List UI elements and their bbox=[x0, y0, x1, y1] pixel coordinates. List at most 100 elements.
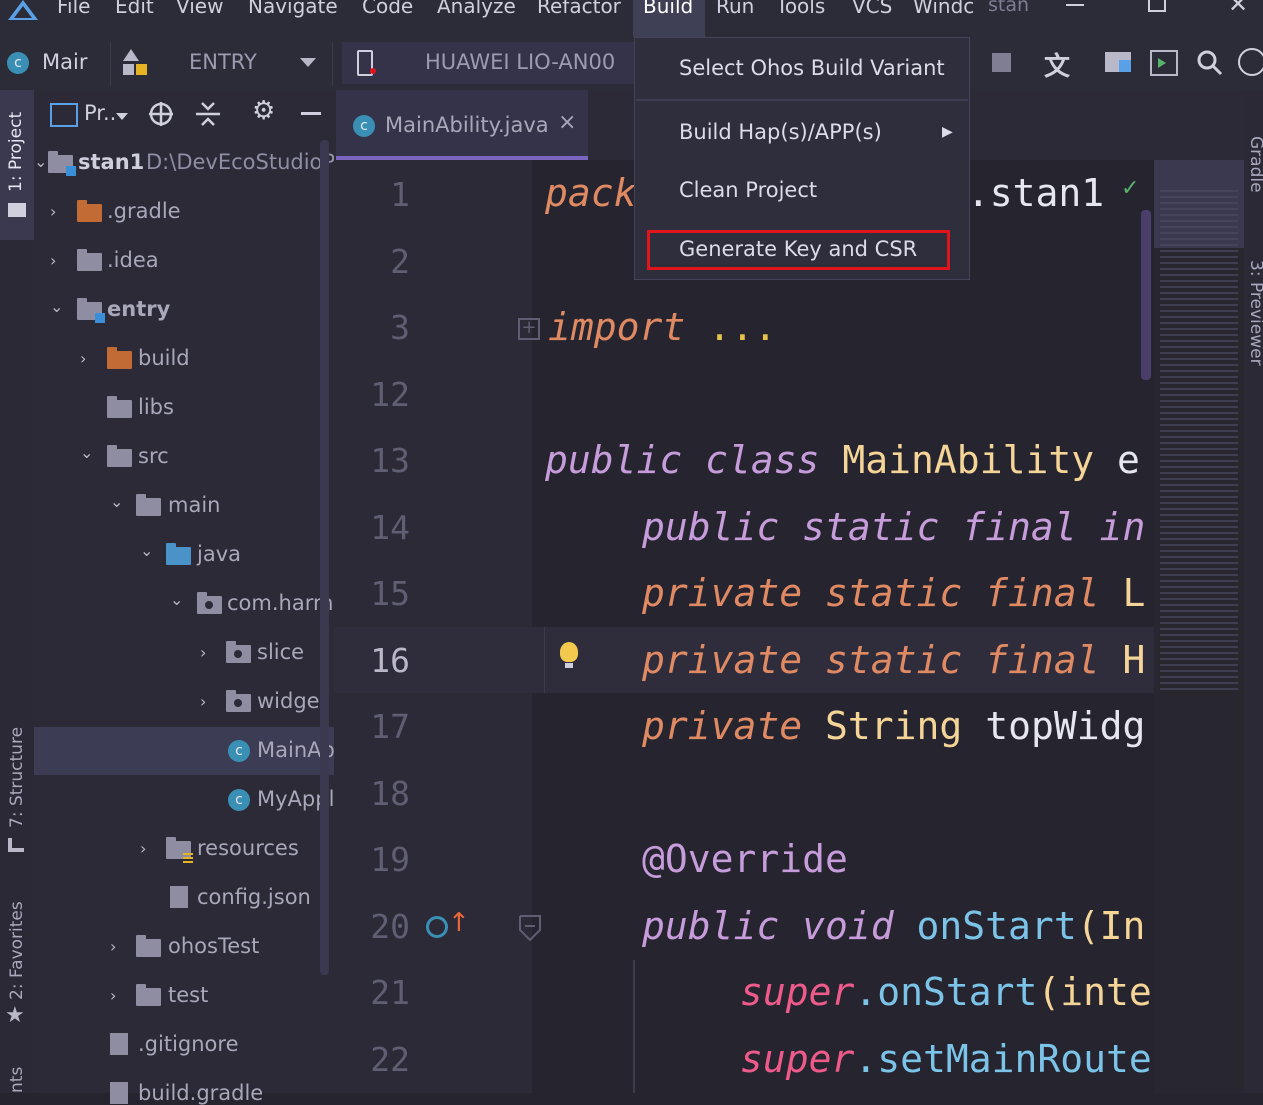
tree-item-resources[interactable]: resources bbox=[197, 836, 299, 860]
chevron-down-icon[interactable]: ⌄ bbox=[80, 443, 93, 462]
preview-window-icon[interactable] bbox=[1150, 50, 1178, 76]
menu-tools[interactable]: Tools bbox=[776, 0, 825, 18]
package-icon bbox=[226, 690, 251, 712]
root-project-path: D:\DevEcoStudioPr bbox=[146, 150, 344, 174]
menu-window[interactable]: Windc bbox=[913, 0, 974, 18]
menu-navigate[interactable]: Navigate bbox=[248, 0, 338, 18]
menu-item-build-hap-app[interactable]: Build Hap(s)/APP(s) bbox=[679, 120, 882, 144]
chevron-right-icon[interactable]: › bbox=[50, 251, 56, 270]
menu-build[interactable]: Build bbox=[643, 0, 693, 18]
menu-vcs[interactable]: VCS bbox=[852, 0, 892, 18]
project-view-icon bbox=[50, 103, 78, 127]
source-folder-icon bbox=[166, 543, 191, 565]
menu-file[interactable]: File bbox=[57, 0, 90, 18]
chevron-down-icon[interactable]: ⌄ bbox=[110, 492, 123, 511]
menu-edit[interactable]: Edit bbox=[115, 0, 154, 18]
chevron-right-icon[interactable]: › bbox=[80, 349, 86, 368]
previewer-tab-label[interactable]: 3: Previewer bbox=[1246, 260, 1263, 366]
search-icon[interactable] bbox=[1196, 49, 1224, 77]
close-window-icon[interactable]: ✕ bbox=[1228, 0, 1248, 18]
menu-analyze[interactable]: Analyze bbox=[437, 0, 516, 18]
menu-view[interactable]: View bbox=[176, 0, 223, 18]
tree-item-main[interactable]: main bbox=[168, 493, 220, 517]
folder-icon bbox=[136, 935, 161, 957]
tree-item-build-gradle[interactable]: build.gradle bbox=[138, 1081, 263, 1105]
project-scrollbar[interactable] bbox=[320, 140, 329, 975]
code-line-13: public class MainAbility e bbox=[545, 438, 1140, 482]
stop-icon[interactable] bbox=[992, 53, 1011, 72]
project-tab-label[interactable]: 1: Project bbox=[6, 112, 26, 192]
tree-item-slice[interactable]: slice bbox=[257, 640, 304, 664]
menu-refactor[interactable]: Refactor bbox=[537, 0, 621, 18]
structure-icon bbox=[8, 838, 24, 852]
chevron-down-icon[interactable]: ⌄ bbox=[50, 297, 63, 316]
menu-item-clean-project[interactable]: Clean Project bbox=[679, 178, 817, 202]
tree-item-gradle[interactable]: .gradle bbox=[107, 199, 181, 223]
maximize-icon[interactable] bbox=[1148, 0, 1166, 12]
translate-icon[interactable]: 文 bbox=[1044, 46, 1070, 83]
project-view-select[interactable]: Pr.. bbox=[84, 101, 116, 125]
run-config-select[interactable]: ENTRY bbox=[189, 50, 257, 74]
chevron-right-icon[interactable]: › bbox=[110, 937, 116, 956]
folder-icon bbox=[136, 984, 161, 1006]
menu-item-select-build-variant[interactable]: Select Ohos Build Variant bbox=[679, 56, 945, 80]
lightbulb-icon[interactable] bbox=[560, 642, 578, 662]
chevron-right-icon[interactable]: › bbox=[140, 839, 146, 858]
gear-icon[interactable]: ⚙ bbox=[252, 96, 275, 126]
chevron-right-icon[interactable]: › bbox=[200, 643, 206, 662]
minimap-code-lines bbox=[1160, 190, 1238, 690]
project-structure-icon[interactable] bbox=[1105, 52, 1131, 72]
folder-icon bbox=[136, 494, 161, 516]
collapse-all-icon[interactable] bbox=[196, 101, 220, 127]
tree-item-test[interactable]: test bbox=[168, 983, 208, 1007]
override-method-icon[interactable] bbox=[426, 916, 448, 938]
root-project-name[interactable]: stan1 bbox=[78, 150, 144, 174]
tree-item-widget[interactable]: widget bbox=[257, 689, 328, 713]
chevron-right-icon[interactable]: › bbox=[50, 202, 56, 221]
indent-guide bbox=[633, 960, 635, 1093]
account-icon[interactable] bbox=[1238, 48, 1263, 76]
tree-item-ohostest[interactable]: ohosTest bbox=[168, 934, 259, 958]
editor-scrollbar[interactable] bbox=[1141, 210, 1151, 380]
inspection-ok-icon[interactable]: ✓ bbox=[1121, 176, 1139, 201]
chevron-down-icon[interactable] bbox=[116, 113, 128, 120]
chevron-right-icon[interactable]: › bbox=[200, 692, 206, 711]
tree-item-src[interactable]: src bbox=[138, 444, 169, 468]
java-class-icon: c bbox=[353, 115, 375, 137]
menu-run[interactable]: Run bbox=[716, 0, 754, 18]
tree-item-java[interactable]: java bbox=[197, 542, 241, 566]
tree-item-config-json[interactable]: config.json bbox=[197, 885, 311, 909]
code-line-21: super.onStart(inte bbox=[740, 970, 1152, 1014]
json-file-icon bbox=[170, 886, 188, 908]
code-line-22: super.setMainRoute bbox=[740, 1037, 1152, 1081]
line-number: 15 bbox=[370, 574, 410, 613]
line-number: 17 bbox=[370, 707, 410, 746]
tree-item-idea[interactable]: .idea bbox=[107, 248, 159, 272]
minimize-icon[interactable] bbox=[1066, 4, 1084, 6]
right-tool-strip bbox=[1244, 90, 1263, 1093]
tree-item-entry[interactable]: entry bbox=[107, 297, 170, 321]
code-line-15: private static final L bbox=[642, 571, 1146, 615]
close-tab-icon[interactable]: × bbox=[558, 110, 576, 135]
favorites-tab-label[interactable]: 2: Favorites bbox=[7, 901, 27, 1000]
chevron-right-icon[interactable]: › bbox=[110, 986, 116, 1005]
hide-panel-icon[interactable] bbox=[301, 112, 321, 115]
fold-collapse-icon[interactable] bbox=[518, 914, 542, 944]
chevron-down-icon[interactable]: ⌄ bbox=[140, 541, 153, 560]
locate-icon[interactable] bbox=[148, 101, 174, 127]
chevron-down-icon[interactable]: ⌄ bbox=[34, 152, 47, 171]
fold-expand-icon[interactable]: + bbox=[518, 318, 540, 340]
chevron-down-icon[interactable]: ⌄ bbox=[170, 590, 183, 609]
toolbar-separator bbox=[332, 42, 333, 86]
tree-item-gitignore[interactable]: .gitignore bbox=[138, 1032, 239, 1056]
override-arrow-up-icon[interactable]: ↑ bbox=[448, 908, 470, 938]
tree-item-libs[interactable]: libs bbox=[138, 395, 174, 419]
bottom-tab-fragment[interactable]: nts bbox=[7, 1067, 27, 1093]
menu-code[interactable]: Code bbox=[362, 0, 413, 18]
structure-tab-label[interactable]: 7: Structure bbox=[7, 727, 27, 828]
tree-item-build[interactable]: build bbox=[138, 346, 190, 370]
tab-label[interactable]: MainAbility.java bbox=[385, 113, 549, 137]
module-label[interactable]: Mair bbox=[42, 50, 87, 74]
chevron-down-icon[interactable] bbox=[300, 58, 316, 67]
gradle-tab-label[interactable]: Gradle bbox=[1246, 136, 1263, 193]
